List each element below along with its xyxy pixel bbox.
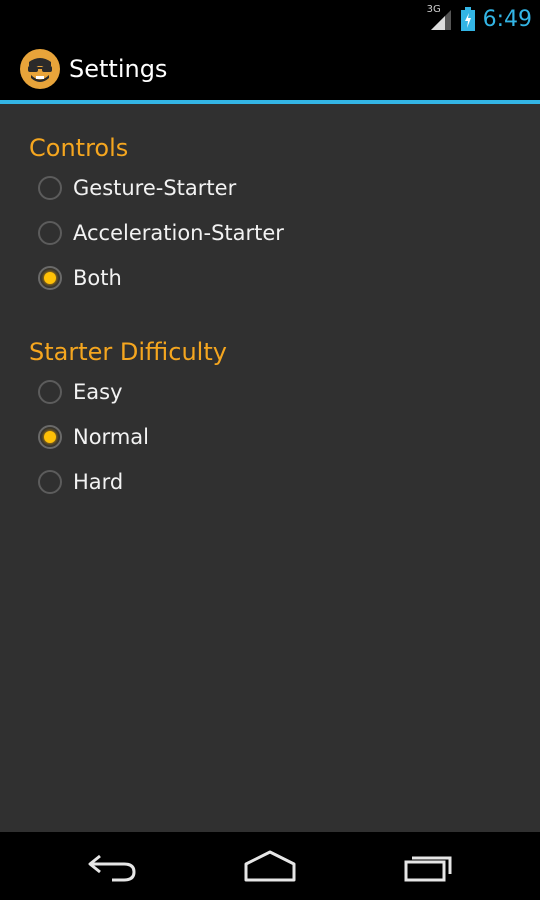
signal-indicator: 3G xyxy=(426,4,453,32)
option-label: Hard xyxy=(73,470,124,494)
section-header-controls: Controls xyxy=(29,134,129,162)
network-type-label: 3G xyxy=(426,4,441,15)
radio-button-unchecked[interactable] xyxy=(38,221,62,245)
option-label: Easy xyxy=(73,380,123,404)
radio-option-easy[interactable]: Easy xyxy=(38,372,123,412)
radio-button-unchecked[interactable] xyxy=(38,470,62,494)
action-bar: Settings xyxy=(0,38,540,100)
recent-apps-icon[interactable] xyxy=(398,848,458,884)
battery-icon xyxy=(460,7,475,31)
radio-option-acceleration-starter[interactable]: Acceleration-Starter xyxy=(38,213,284,253)
option-label: Gesture-Starter xyxy=(73,176,237,200)
radio-button-checked[interactable] xyxy=(38,425,62,449)
status-icons: 3G 6:49 xyxy=(427,0,532,38)
back-icon[interactable] xyxy=(82,848,142,884)
radio-option-normal[interactable]: Normal xyxy=(38,417,149,457)
option-label: Both xyxy=(73,266,122,290)
radio-option-gesture-starter[interactable]: Gesture-Starter xyxy=(38,168,236,208)
section-header-starter-difficulty: Starter Difficulty xyxy=(29,338,227,366)
radio-option-both[interactable]: Both xyxy=(38,258,122,298)
navigation-bar xyxy=(0,832,540,900)
radio-button-unchecked[interactable] xyxy=(38,176,62,200)
settings-content: Controls Gesture-Starter Acceleration-St… xyxy=(0,104,540,832)
option-label: Normal xyxy=(73,425,149,449)
app-logo-icon[interactable] xyxy=(19,48,61,90)
page-title: Settings xyxy=(69,55,168,83)
radio-button-unchecked[interactable] xyxy=(38,380,62,404)
option-label: Acceleration-Starter xyxy=(73,221,284,245)
status-bar: 3G 6:49 xyxy=(0,0,540,38)
clock: 6:49 xyxy=(482,6,532,32)
radio-option-hard[interactable]: Hard xyxy=(38,462,123,502)
home-icon[interactable] xyxy=(240,848,300,884)
radio-button-checked[interactable] xyxy=(38,266,62,290)
